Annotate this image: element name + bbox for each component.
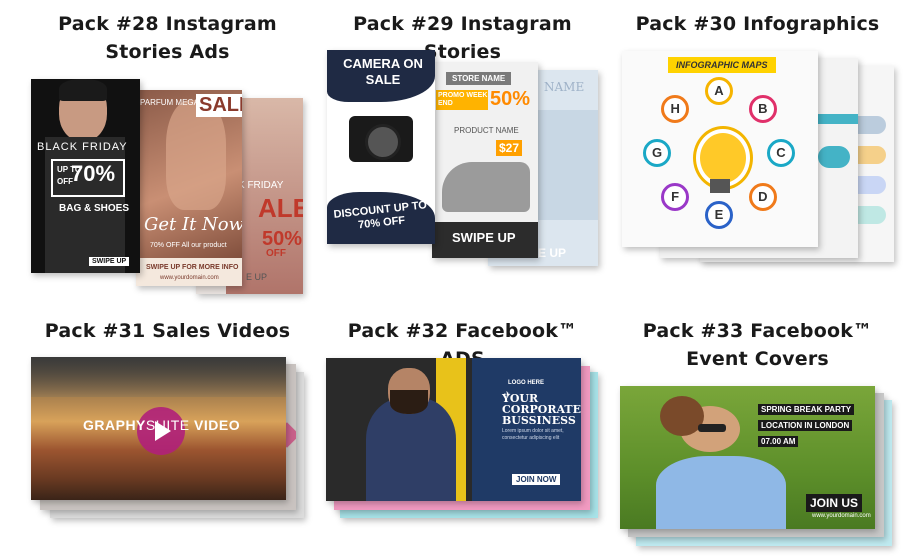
card-text: www.yourdomain.com bbox=[160, 275, 219, 281]
card-text: SPRING BREAK PARTY bbox=[758, 404, 855, 415]
story-card-front: CAMERA ON SALE DISCOUNT UP TO 70% OFF bbox=[327, 50, 435, 244]
card-text: www.yourdomain.com bbox=[812, 513, 871, 519]
infographic-front: INFOGRAPHIC MAPS ABCDEFGH bbox=[622, 51, 818, 247]
card-text: STORE NAME bbox=[446, 72, 512, 85]
pack-title[interactable]: Pack #30 Infographics bbox=[620, 10, 895, 38]
infographic-circle-g: G bbox=[643, 139, 671, 167]
infographic-circle-d: D bbox=[748, 182, 777, 211]
join-now-button[interactable]: JOIN NOW bbox=[512, 474, 561, 485]
card-text: INFOGRAPHIC MAPS bbox=[668, 57, 776, 73]
card-text: OFF bbox=[266, 248, 286, 259]
card-text: BAG & SHOES bbox=[59, 203, 130, 214]
card-text: SALE bbox=[196, 94, 242, 117]
card-text: SWIPE UP bbox=[452, 230, 516, 245]
card-text: SWIPE UP FOR MORE INFO bbox=[146, 264, 239, 271]
pack-title[interactable]: Pack #28 Instagram Stories Ads bbox=[20, 10, 315, 66]
card-text: Lorem ipsum dolor sit amet, consectetur … bbox=[502, 428, 564, 441]
pack-title[interactable]: Pack #33 Facebook™ Event Covers bbox=[620, 317, 895, 373]
card-text: OFF bbox=[57, 177, 73, 186]
video-brand-text: GRAPHYSUITE VIDEO bbox=[83, 417, 241, 433]
card-text: PARFUM MEGA bbox=[140, 98, 199, 107]
video-thumbnail[interactable]: GRAPHYSUITE VIDEO bbox=[31, 357, 286, 500]
card-text: 70% OFF All our product bbox=[150, 242, 227, 249]
card-text: BUSSINESS bbox=[502, 414, 576, 427]
infographic-circle-f: F bbox=[661, 182, 690, 211]
card-text: 70% bbox=[71, 161, 116, 186]
ad-thumbnail[interactable]: LOGO HERE ✈ YOUR CORPORATE BUSSINESS Lor… bbox=[326, 358, 581, 501]
card-text: PROMO WEEK END bbox=[438, 92, 488, 107]
infographic-circle-c: C bbox=[767, 139, 795, 167]
cover-thumbnail[interactable]: SPRING BREAK PARTY LOCATION IN LONDON 07… bbox=[620, 386, 875, 529]
card-text: Get It Now bbox=[144, 214, 242, 235]
story-card-front: BLACK FRIDAY UP TO 70% OFF BAG & SHOES S… bbox=[31, 79, 140, 273]
card-text: 07.00 AM bbox=[758, 436, 799, 447]
card-text: E UP bbox=[538, 246, 567, 260]
shoe-image bbox=[442, 162, 530, 212]
pack-title[interactable]: Pack #31 Sales Videos bbox=[20, 317, 315, 345]
infographic-circle-a: A bbox=[705, 77, 733, 105]
infographic-circle-h: H bbox=[661, 95, 690, 124]
card-text: PRODUCT NAME bbox=[454, 126, 519, 135]
infographic-circle-b: B bbox=[748, 95, 777, 124]
story-card-middle: STORE NAME PROMO WEEK END 50% PRODUCT NA… bbox=[432, 62, 538, 258]
join-us-button[interactable]: JOIN US bbox=[806, 494, 863, 512]
card-text: K FRIDAY bbox=[238, 180, 284, 191]
card-text: BLACK FRIDAY bbox=[37, 141, 128, 153]
infographic-circle-e: E bbox=[705, 201, 733, 229]
card-text: LOGO HERE bbox=[508, 380, 545, 386]
card-text: ALE bbox=[258, 193, 303, 223]
card-text: E UP bbox=[246, 272, 268, 282]
card-text: LOCATION IN LONDON bbox=[758, 420, 853, 431]
card-text: SWIPE UP bbox=[89, 257, 130, 266]
card-text: 50% bbox=[490, 88, 531, 110]
card-text: NAME bbox=[544, 80, 585, 94]
card-text: $27 bbox=[496, 140, 523, 156]
story-card-middle: PARFUM MEGA SALE Get It Now 70% OFF All … bbox=[136, 90, 242, 286]
card-text: CAMERA ON SALE bbox=[343, 56, 423, 87]
